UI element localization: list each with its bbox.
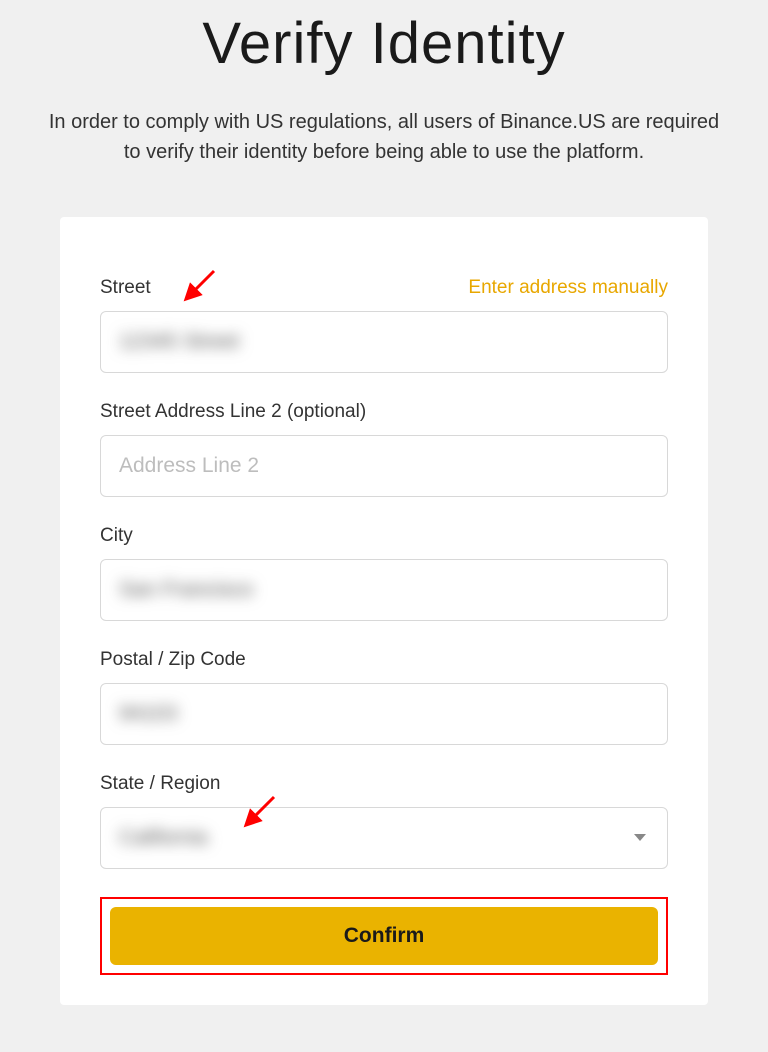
enter-manually-link[interactable]: Enter address manually bbox=[468, 277, 668, 299]
street2-input[interactable] bbox=[100, 435, 668, 497]
page-title: Verify Identity bbox=[0, 10, 768, 77]
street2-label: Street Address Line 2 (optional) bbox=[100, 401, 366, 423]
chevron-down-icon bbox=[633, 833, 647, 843]
city-value: San Francisco bbox=[119, 578, 253, 602]
page-subtitle: In order to comply with US regulations, … bbox=[40, 107, 728, 167]
street-input[interactable]: 12345 Street bbox=[100, 311, 668, 373]
postal-value: 94103 bbox=[119, 702, 177, 726]
address-form-card: Street Enter address manually 12345 Stre… bbox=[60, 217, 708, 1005]
postal-field-group: Postal / Zip Code 94103 bbox=[100, 649, 668, 745]
postal-input[interactable]: 94103 bbox=[100, 683, 668, 745]
state-select[interactable]: California bbox=[100, 807, 668, 869]
state-field-group: State / Region California bbox=[100, 773, 668, 869]
street2-field-group: Street Address Line 2 (optional) bbox=[100, 401, 668, 497]
street2-text-field[interactable] bbox=[119, 436, 649, 496]
confirm-highlight-box: Confirm bbox=[100, 897, 668, 975]
street-value: 12345 Street bbox=[119, 330, 239, 354]
state-value: California bbox=[119, 826, 208, 850]
city-label: City bbox=[100, 525, 133, 547]
state-label: State / Region bbox=[100, 773, 220, 795]
confirm-button[interactable]: Confirm bbox=[110, 907, 658, 965]
street-label: Street bbox=[100, 277, 151, 299]
city-field-group: City San Francisco bbox=[100, 525, 668, 621]
city-input[interactable]: San Francisco bbox=[100, 559, 668, 621]
postal-label: Postal / Zip Code bbox=[100, 649, 246, 671]
street-field-group: Street Enter address manually 12345 Stre… bbox=[100, 277, 668, 373]
